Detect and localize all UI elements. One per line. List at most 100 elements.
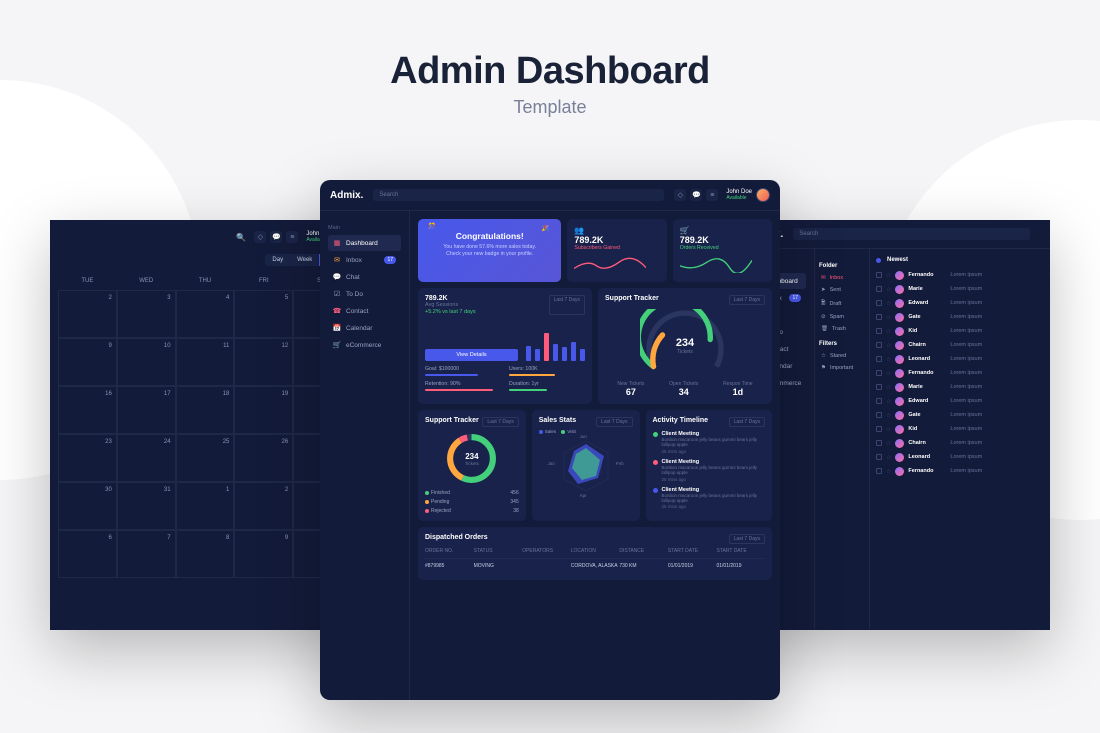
calendar-cell[interactable]: 31 [117, 482, 176, 530]
calendar-cell[interactable]: 6 [58, 530, 117, 578]
message-row[interactable]: ☆GateLorem ipsum [876, 408, 1044, 422]
chat-icon[interactable]: 💬 [690, 189, 702, 201]
checkbox[interactable] [876, 412, 882, 418]
star-icon[interactable]: ☆ [886, 342, 891, 349]
star-icon[interactable]: ☆ [886, 454, 891, 461]
checkbox[interactable] [876, 426, 882, 432]
nav-icon[interactable]: ◇ [254, 231, 266, 243]
message-row[interactable]: ☆EdwardLorem ipsum [876, 394, 1044, 408]
calendar-cell[interactable]: 18 [176, 386, 235, 434]
message-row[interactable]: ☆FernandoLorem ipsum [876, 268, 1044, 282]
filter-important[interactable]: ⚑Important [819, 362, 865, 374]
folder-draft[interactable]: 🗎Draft [819, 296, 865, 311]
calendar-cell[interactable]: 12 [234, 338, 293, 386]
checkbox[interactable] [876, 398, 882, 404]
star-icon[interactable]: ☆ [886, 468, 891, 475]
calendar-cell[interactable]: 11 [176, 338, 235, 386]
menu-icon[interactable]: ≡ [286, 231, 298, 243]
period-dropdown[interactable]: Last 7 Days [549, 295, 585, 315]
period-dropdown[interactable]: Last 7 Days [729, 295, 765, 305]
star-icon[interactable]: ☆ [886, 328, 891, 335]
checkbox[interactable] [876, 454, 882, 460]
message-row[interactable]: ☆KidLorem ipsum [876, 324, 1044, 338]
sidebar-item-calendar[interactable]: 📅Calendar [328, 320, 401, 336]
star-icon[interactable]: ☆ [886, 398, 891, 405]
calendar-cell[interactable]: 8 [176, 530, 235, 578]
star-icon[interactable]: ☆ [886, 314, 891, 321]
sidebar-item-inbox[interactable]: ✉Inbox17 [328, 252, 401, 268]
star-icon[interactable]: ☆ [886, 426, 891, 433]
checkbox[interactable] [876, 314, 882, 320]
message-row[interactable]: ☆LeonardLorem ipsum [876, 450, 1044, 464]
message-row[interactable]: ☆LeonardLorem ipsum [876, 352, 1044, 366]
folder-spam[interactable]: ⊘Spam [819, 311, 865, 323]
search-input[interactable]: Search [793, 228, 1030, 240]
chat-icon[interactable]: 💬 [270, 231, 282, 243]
view-details-button[interactable]: View Details [425, 349, 518, 361]
period-dropdown[interactable]: Last 7 Days [596, 417, 632, 427]
message-row[interactable]: ☆ChairnLorem ipsum [876, 338, 1044, 352]
star-icon[interactable]: ☆ [886, 370, 891, 377]
calendar-cell[interactable]: 17 [117, 386, 176, 434]
menu-icon[interactable]: ≡ [706, 189, 718, 201]
calendar-cell[interactable]: 9 [234, 530, 293, 578]
checkbox[interactable] [876, 370, 882, 376]
checkbox[interactable] [876, 342, 882, 348]
sidebar-item-dashboard[interactable]: ▦Dashboard [328, 235, 401, 251]
message-row[interactable]: ☆FernandoLorem ipsum [876, 366, 1044, 380]
calendar-cell[interactable]: 7 [117, 530, 176, 578]
message-row[interactable]: ☆EdwardLorem ipsum [876, 296, 1044, 310]
search-input[interactable]: Search [373, 189, 664, 201]
search-icon[interactable]: 🔍 [236, 233, 246, 242]
star-icon[interactable]: ☆ [886, 286, 891, 293]
calendar-cell[interactable]: 25 [176, 434, 235, 482]
star-icon[interactable]: ☆ [886, 384, 891, 391]
period-dropdown[interactable]: Last 7 Days [729, 417, 765, 427]
calendar-cell[interactable]: 24 [117, 434, 176, 482]
period-dropdown[interactable]: Last 7 Days [482, 417, 518, 427]
checkbox[interactable] [876, 272, 882, 278]
folder-trash[interactable]: 🗑Trash [819, 323, 865, 335]
checkbox[interactable] [876, 440, 882, 446]
calendar-cell[interactable]: 10 [117, 338, 176, 386]
nav-icon[interactable]: ◇ [674, 189, 686, 201]
user-badge[interactable]: John DoeAvailable [726, 188, 770, 202]
sidebar-item-ecommerce[interactable]: 🛒eCommerce [328, 337, 401, 353]
checkbox[interactable] [876, 468, 882, 474]
checkbox[interactable] [876, 286, 882, 292]
calendar-cell[interactable]: 19 [234, 386, 293, 434]
period-dropdown[interactable]: Last 7 Days [729, 534, 765, 544]
calendar-cell[interactable]: 4 [176, 290, 235, 338]
calendar-cell[interactable]: 26 [234, 434, 293, 482]
message-row[interactable]: ☆MarieLorem ipsum [876, 282, 1044, 296]
calendar-cell[interactable]: 9 [58, 338, 117, 386]
sidebar-item-chat[interactable]: 💬Chat [328, 269, 401, 285]
filter-stared[interactable]: ☆Stared [819, 350, 865, 362]
sidebar-item-contact[interactable]: ☎Contact [328, 303, 401, 319]
calendar-cell[interactable]: 2 [58, 290, 117, 338]
message-row[interactable]: ☆GateLorem ipsum [876, 310, 1044, 324]
message-row[interactable]: ☆FernandoLorem ipsum [876, 464, 1044, 478]
calendar-cell[interactable]: 1 [176, 482, 235, 530]
checkbox[interactable] [876, 328, 882, 334]
folder-sent[interactable]: ➤Sent [819, 284, 865, 296]
message-row[interactable]: ☆MarieLorem ipsum [876, 380, 1044, 394]
checkbox[interactable] [876, 300, 882, 306]
calendar-cell[interactable]: 23 [58, 434, 117, 482]
checkbox[interactable] [876, 356, 882, 362]
star-icon[interactable]: ☆ [886, 272, 891, 279]
calendar-cell[interactable]: 16 [58, 386, 117, 434]
sidebar-item-to-do[interactable]: ☑To Do [328, 286, 401, 302]
folder-inbox[interactable]: ✉Inbox [819, 272, 865, 284]
star-icon[interactable]: ☆ [886, 440, 891, 447]
calendar-cell[interactable]: 2 [234, 482, 293, 530]
star-icon[interactable]: ☆ [886, 356, 891, 363]
star-icon[interactable]: ☆ [886, 300, 891, 307]
calendar-cell[interactable]: 3 [117, 290, 176, 338]
calendar-cell[interactable]: 5 [234, 290, 293, 338]
star-icon[interactable]: ☆ [886, 412, 891, 419]
message-row[interactable]: ☆ChairnLorem ipsum [876, 436, 1044, 450]
calendar-cell[interactable]: 30 [58, 482, 117, 530]
message-row[interactable]: ☆KidLorem ipsum [876, 422, 1044, 436]
checkbox[interactable] [876, 384, 882, 390]
